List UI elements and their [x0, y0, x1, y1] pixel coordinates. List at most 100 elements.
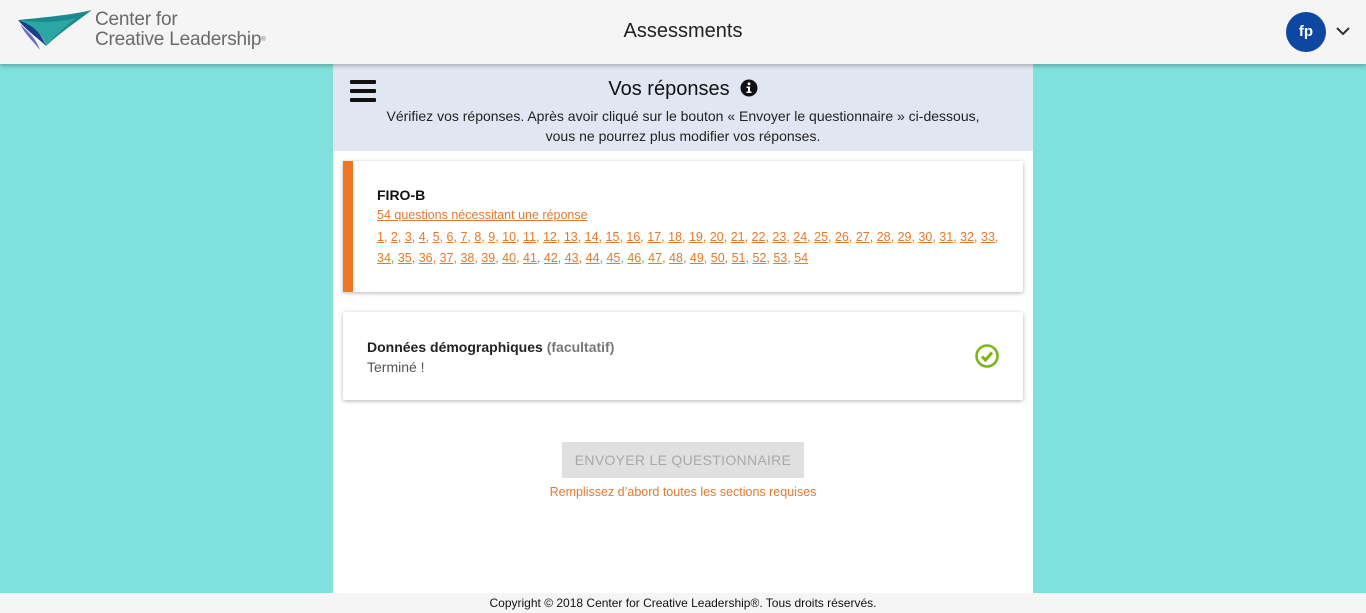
section-name: Données démographiques	[367, 339, 543, 355]
separator: ,	[702, 230, 710, 244]
separator: ,	[439, 230, 447, 244]
question-link-16[interactable]: 16	[626, 230, 640, 244]
separator: ,	[662, 251, 670, 265]
separator: ,	[723, 230, 731, 244]
submit-hint: Remplissez d’abord toutes les sections r…	[549, 485, 817, 499]
question-link-24[interactable]: 24	[793, 230, 807, 244]
optional-label: (facultatif)	[546, 339, 615, 355]
question-link-13[interactable]: 13	[564, 230, 578, 244]
question-link-17[interactable]: 17	[647, 230, 661, 244]
footer-copyright: Copyright © 2018 Center for Creative Lea…	[0, 593, 1366, 613]
separator: ,	[724, 251, 732, 265]
question-link-26[interactable]: 26	[835, 230, 849, 244]
user-avatar[interactable]: fp	[1286, 12, 1326, 52]
separator: ,	[411, 251, 419, 265]
separator: ,	[516, 251, 524, 265]
question-link-50[interactable]: 50	[711, 251, 725, 265]
question-link-48[interactable]: 48	[669, 251, 683, 265]
question-link-40[interactable]: 40	[502, 251, 516, 265]
separator: ,	[397, 230, 405, 244]
question-link-15[interactable]: 15	[606, 230, 620, 244]
separator: ,	[432, 251, 440, 265]
question-link-25[interactable]: 25	[814, 230, 828, 244]
section-card-firo-b: FIRO-B 54 questions nécessitant une répo…	[343, 161, 1023, 292]
separator: ,	[598, 230, 606, 244]
separator: ,	[974, 230, 981, 244]
question-link-36[interactable]: 36	[419, 251, 433, 265]
separator: ,	[536, 251, 544, 265]
question-link-5[interactable]: 5	[433, 230, 440, 244]
question-link-11[interactable]: 11	[523, 230, 536, 244]
question-link-54[interactable]: 54	[794, 251, 808, 265]
panel-title: Vos réponses	[333, 78, 1033, 101]
separator: ,	[703, 251, 711, 265]
unanswered-questions-link[interactable]: 54 questions nécessitant une réponse	[377, 208, 588, 222]
separator: ,	[536, 230, 543, 244]
question-link-1[interactable]: 1	[377, 230, 384, 244]
question-link-38[interactable]: 38	[460, 251, 474, 265]
question-link-41[interactable]: 41	[523, 251, 537, 265]
panel-description: Vérifiez vos réponses. Après avoir cliqu…	[386, 108, 980, 144]
chevron-down-icon[interactable]	[1334, 22, 1352, 40]
question-link-19[interactable]: 19	[689, 230, 703, 244]
question-link-29[interactable]: 29	[898, 230, 912, 244]
question-link-14[interactable]: 14	[585, 230, 599, 244]
question-link-46[interactable]: 46	[627, 251, 641, 265]
separator: ,	[682, 251, 690, 265]
separator: ,	[744, 230, 752, 244]
separator: ,	[890, 230, 898, 244]
question-link-28[interactable]: 28	[877, 230, 891, 244]
question-link-20[interactable]: 20	[710, 230, 724, 244]
separator: ,	[556, 230, 564, 244]
question-link-45[interactable]: 45	[606, 251, 620, 265]
question-link-51[interactable]: 51	[732, 251, 746, 265]
question-number-list: 1, 2, 3, 4, 5, 6, 7, 8, 9, 10, 11, 12, 1…	[377, 227, 1007, 269]
question-link-39[interactable]: 39	[481, 251, 495, 265]
question-link-22[interactable]: 22	[752, 230, 766, 244]
question-link-18[interactable]: 18	[668, 230, 682, 244]
separator: ,	[425, 230, 433, 244]
question-link-49[interactable]: 49	[690, 251, 704, 265]
separator: ,	[577, 230, 585, 244]
incomplete-indicator-bar	[343, 161, 353, 292]
question-link-30[interactable]: 30	[918, 230, 932, 244]
question-link-44[interactable]: 44	[586, 251, 600, 265]
separator: ,	[390, 251, 398, 265]
separator: ,	[994, 230, 999, 244]
question-link-52[interactable]: 52	[752, 251, 766, 265]
panel-header: Vos réponses Vérifiez vos réponses. Aprè…	[333, 64, 1033, 151]
top-bar: Center for Creative Leadership® Assessme…	[0, 0, 1366, 64]
question-link-47[interactable]: 47	[648, 251, 662, 265]
section-card-demographics: Données démographiques (facultatif) Term…	[343, 312, 1023, 400]
section-title: Données démographiques (facultatif)	[367, 339, 614, 355]
question-link-4[interactable]: 4	[419, 230, 426, 244]
question-link-33[interactable]: 33	[981, 230, 995, 244]
section-status: Terminé !	[367, 359, 425, 375]
question-link-2[interactable]: 2	[391, 230, 398, 244]
info-icon[interactable]	[740, 79, 758, 97]
submit-assessment-button[interactable]: ENVOYER LE QUESTIONNAIRE	[562, 442, 804, 478]
question-link-32[interactable]: 32	[960, 230, 974, 244]
review-panel: Vos réponses Vérifiez vos réponses. Aprè…	[333, 64, 1033, 593]
question-link-23[interactable]: 23	[772, 230, 786, 244]
separator: ,	[411, 230, 419, 244]
question-link-3[interactable]: 3	[405, 230, 412, 244]
separator: ,	[682, 230, 689, 244]
section-title: FIRO-B	[377, 187, 426, 203]
question-link-12[interactable]: 12	[543, 230, 557, 244]
question-link-42[interactable]: 42	[544, 251, 558, 265]
question-link-35[interactable]: 35	[398, 251, 412, 265]
separator: ,	[828, 230, 835, 244]
question-link-53[interactable]: 53	[773, 251, 787, 265]
question-link-31[interactable]: 31	[939, 230, 953, 244]
question-link-37[interactable]: 37	[440, 251, 454, 265]
question-link-10[interactable]: 10	[502, 230, 516, 244]
question-link-43[interactable]: 43	[565, 251, 579, 265]
question-link-21[interactable]: 21	[731, 230, 745, 244]
app-title: Assessments	[623, 20, 743, 42]
question-link-27[interactable]: 27	[856, 230, 870, 244]
separator: ,	[848, 230, 856, 244]
question-link-34[interactable]: 34	[377, 251, 391, 265]
separator: ,	[869, 230, 877, 244]
panel-title-text: Vos réponses	[608, 78, 730, 100]
